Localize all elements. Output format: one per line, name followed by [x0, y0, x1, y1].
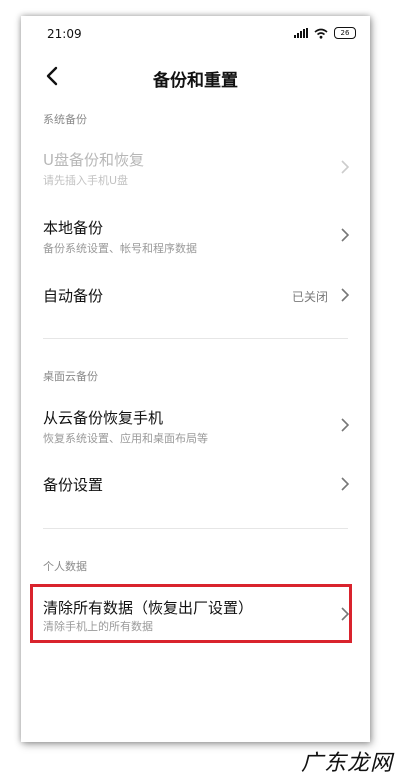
row-title: U盘备份和恢复 [43, 151, 144, 169]
status-bar: 21:09 26 [21, 16, 370, 54]
chevron-right-icon [341, 288, 350, 302]
usb-backup-restore-row[interactable]: U盘备份和恢复 请先插入手机U盘 [21, 144, 370, 194]
local-backup-row[interactable]: 本地备份 备份系统设置、帐号和程序数据 [21, 212, 370, 262]
row-subtitle: 请先插入手机U盘 [43, 174, 129, 187]
phone-screen: 21:09 26 备份和重置 系统备份 U盘备份和恢复 请先插入手机U盘 本地备… [21, 16, 370, 742]
wifi-icon [314, 28, 328, 39]
auto-backup-status: 已关闭 [291, 290, 328, 304]
backup-settings-row[interactable]: 备份设置 [21, 471, 370, 501]
cloud-restore-row[interactable]: 从云备份恢复手机 恢复系统设置、应用和桌面布局等 [21, 404, 370, 454]
section-title-personal-data: 个人数据 [43, 560, 87, 573]
signal-icon [294, 28, 308, 38]
status-time: 21:09 [47, 27, 82, 41]
row-subtitle: 恢复系统设置、应用和桌面布局等 [43, 432, 208, 445]
highlight-box [30, 584, 352, 643]
section-title-cloud-backup: 桌面云备份 [43, 370, 98, 383]
row-title: 从云备份恢复手机 [43, 409, 164, 427]
page-title: 备份和重置 [153, 71, 238, 91]
section-divider [43, 338, 348, 339]
section-divider [43, 528, 348, 529]
watermark: 广东龙网 [300, 751, 393, 776]
chevron-right-icon [341, 418, 350, 432]
top-bar: 备份和重置 [21, 56, 370, 98]
battery-icon: 26 [334, 27, 356, 39]
chevron-right-icon [341, 160, 350, 174]
chevron-right-icon [341, 228, 350, 242]
auto-backup-row[interactable]: 自动备份 已关闭 [21, 280, 370, 310]
row-title: 自动备份 [43, 287, 104, 305]
status-icons: 26 [294, 27, 356, 39]
section-title-system-backup: 系统备份 [43, 113, 87, 126]
row-title: 备份设置 [43, 476, 104, 494]
row-subtitle: 备份系统设置、帐号和程序数据 [43, 242, 197, 255]
chevron-right-icon [341, 477, 350, 491]
row-title: 本地备份 [43, 219, 104, 237]
